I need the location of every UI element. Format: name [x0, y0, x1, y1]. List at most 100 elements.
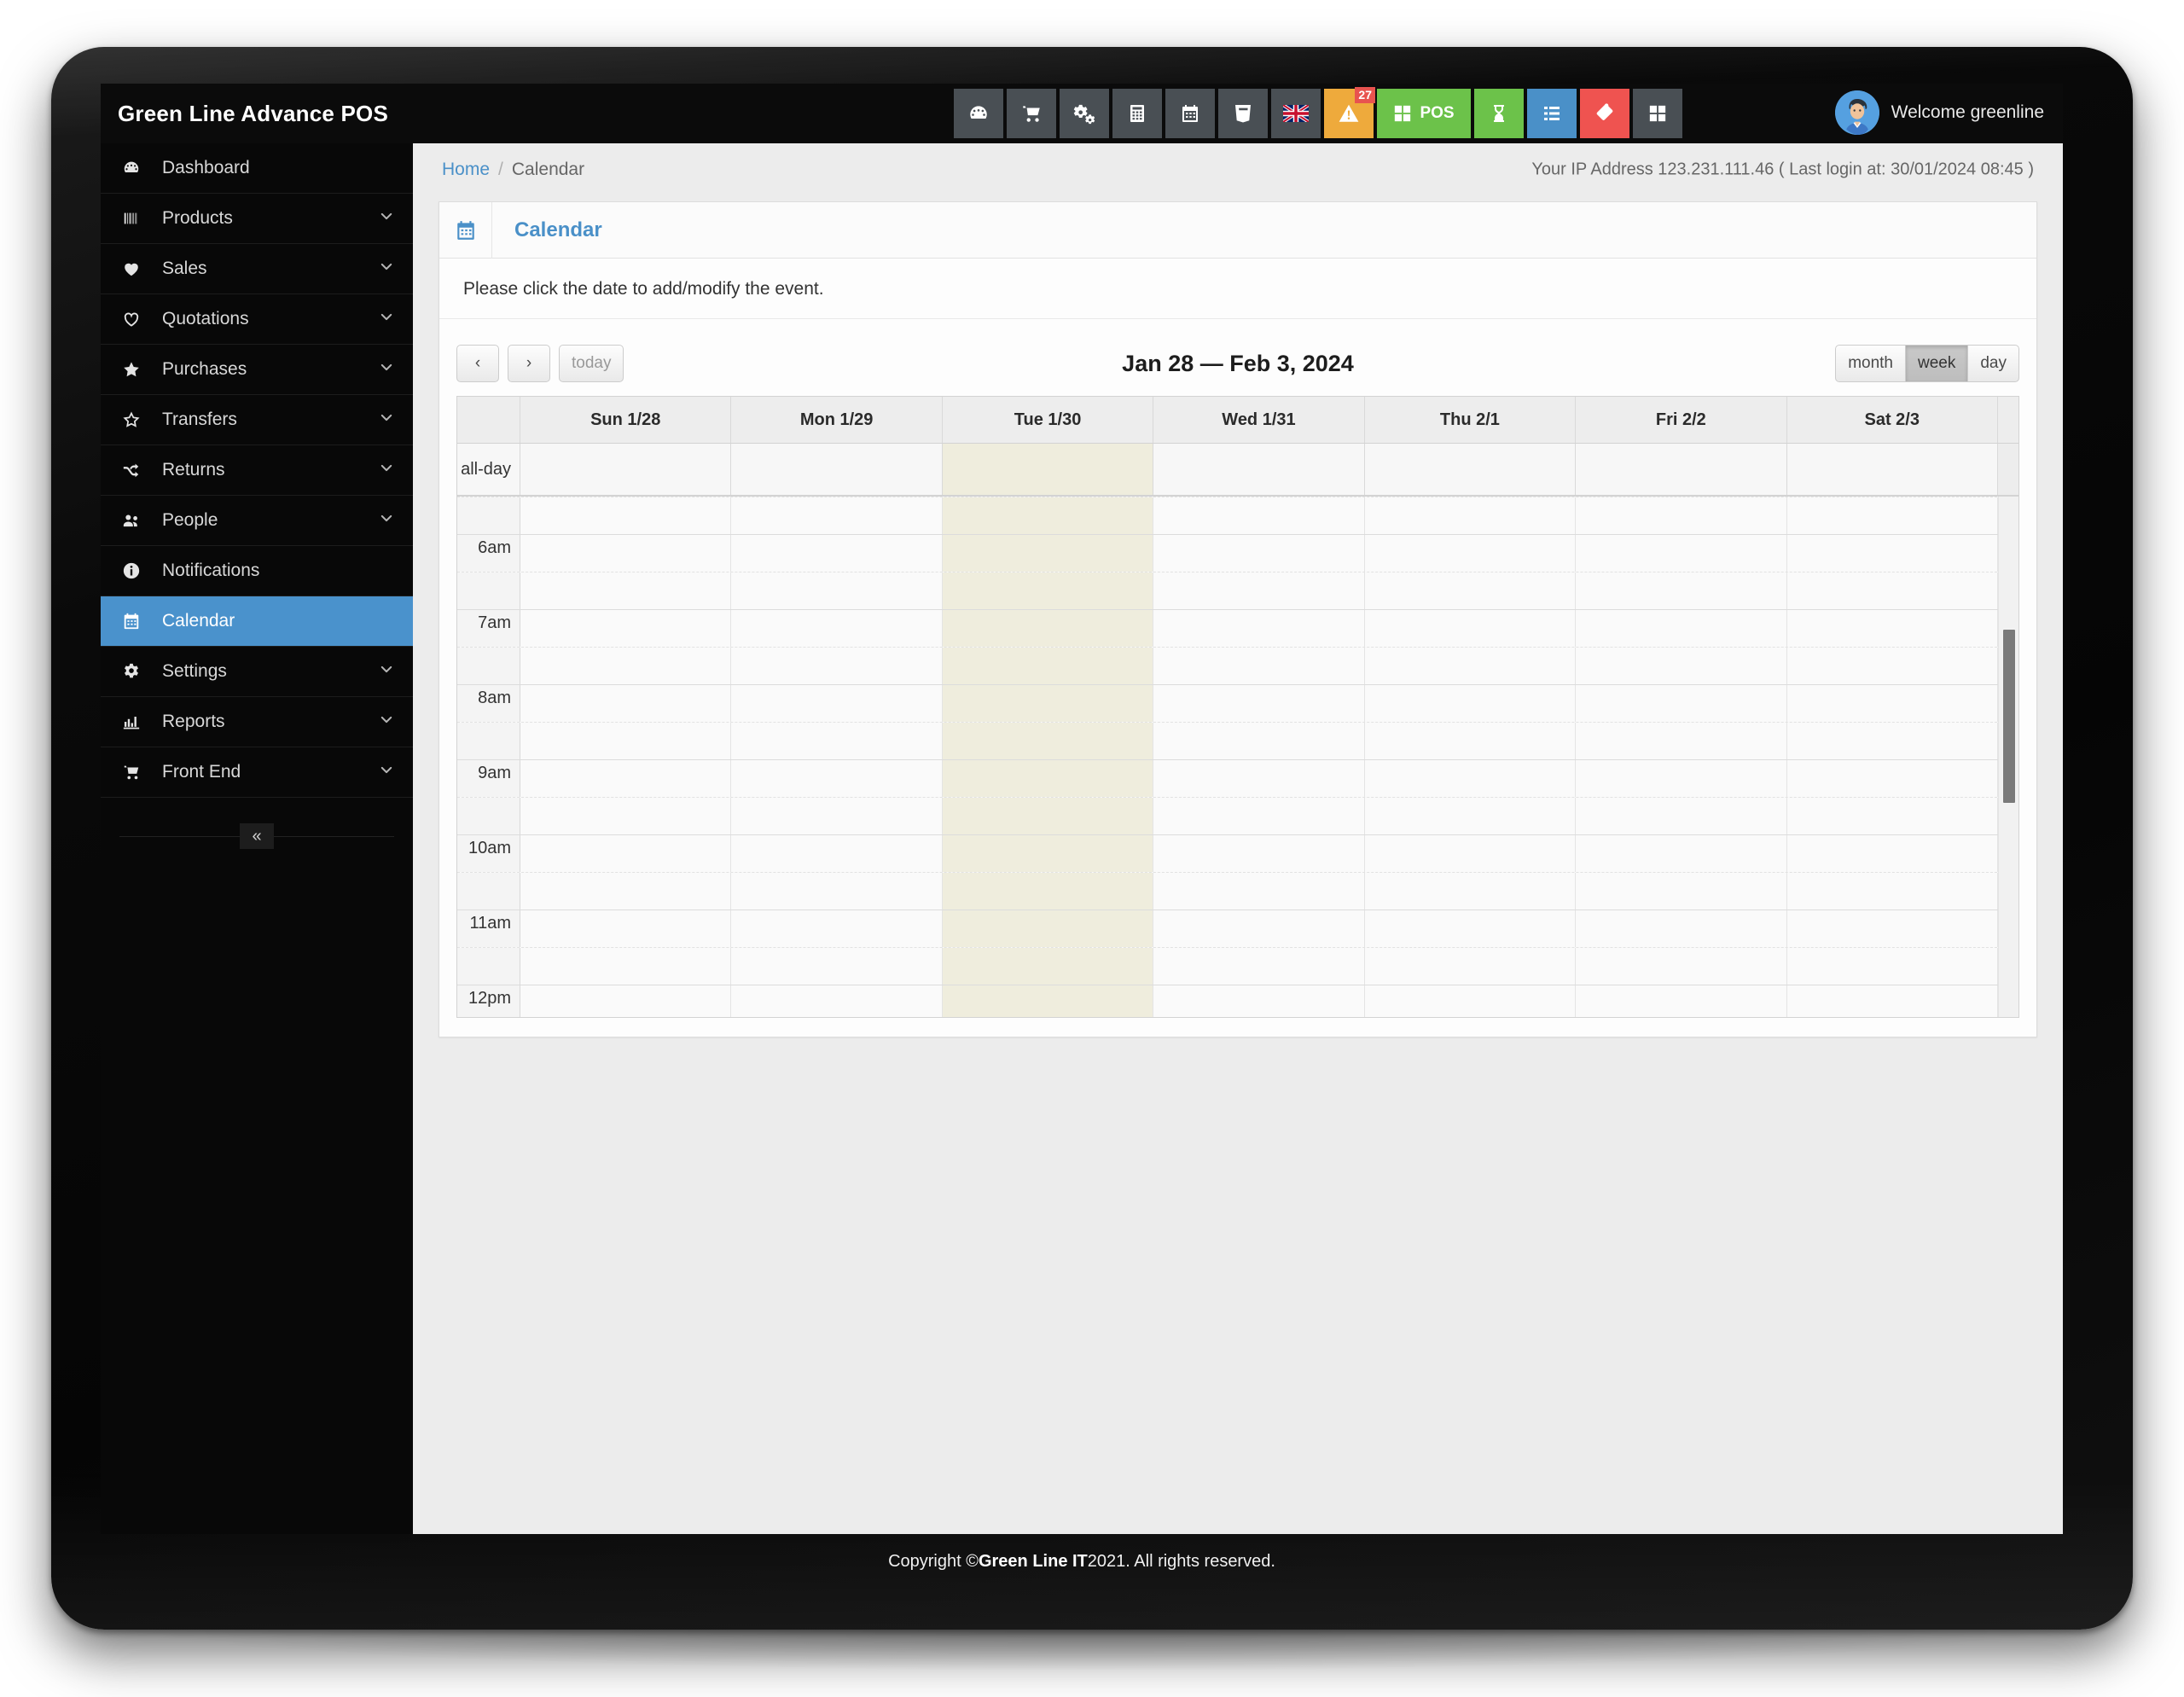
- time-slot-cell[interactable]: [942, 497, 1154, 534]
- time-slot-cell[interactable]: [1576, 685, 1787, 722]
- time-slot-cell[interactable]: [1364, 948, 1577, 985]
- time-slot-cell[interactable]: [731, 648, 943, 684]
- time-slot-cell[interactable]: [1364, 985, 1577, 1017]
- time-slot-cell[interactable]: [1576, 910, 1787, 947]
- day-header-cell[interactable]: Fri 2/2: [1576, 397, 1787, 443]
- time-slot-cell[interactable]: [1786, 910, 1998, 947]
- all-day-cell[interactable]: [520, 444, 732, 495]
- view-button-day[interactable]: day: [1967, 345, 2019, 382]
- sidebar-item-sales[interactable]: Sales: [101, 244, 413, 294]
- calendar-icon[interactable]: [1165, 89, 1215, 138]
- prev-button[interactable]: ‹: [456, 345, 499, 382]
- time-slot-cell[interactable]: [1153, 648, 1365, 684]
- time-slot-cell[interactable]: [520, 873, 732, 910]
- sidebar-item-products[interactable]: Products: [101, 194, 413, 244]
- user-menu[interactable]: Welcome greenline: [1834, 90, 2044, 135]
- sidebar-item-returns[interactable]: Returns: [101, 445, 413, 496]
- time-slot-cell[interactable]: [1786, 798, 1998, 834]
- time-slot-cell[interactable]: [520, 723, 732, 759]
- time-slot-cell[interactable]: [1576, 572, 1787, 609]
- sidebar-item-quotations[interactable]: Quotations: [101, 294, 413, 345]
- day-header-cell[interactable]: Sun 1/28: [520, 397, 732, 443]
- time-slot-cell[interactable]: [1364, 910, 1577, 947]
- time-slot-cell[interactable]: [731, 985, 943, 1017]
- time-slot-cell[interactable]: [520, 648, 732, 684]
- calendar-vertical-scrollbar[interactable]: [1998, 497, 2018, 1017]
- time-slot-cell[interactable]: [1364, 723, 1577, 759]
- time-slot-cell[interactable]: [942, 760, 1154, 797]
- next-button[interactable]: ›: [508, 345, 550, 382]
- dashboard-icon[interactable]: [954, 89, 1003, 138]
- time-slot-cell[interactable]: [1364, 873, 1577, 910]
- time-slot-cell[interactable]: [942, 873, 1154, 910]
- sidebar-item-calendar[interactable]: Calendar: [101, 596, 413, 647]
- time-slot-cell[interactable]: [1153, 873, 1365, 910]
- warning-icon[interactable]: 27: [1324, 87, 1375, 138]
- time-slot-cell[interactable]: [1576, 985, 1787, 1017]
- time-slot-cell[interactable]: [1153, 985, 1365, 1017]
- view-button-month[interactable]: month: [1835, 345, 1906, 382]
- time-slot-cell[interactable]: [731, 873, 943, 910]
- time-slot-cell[interactable]: [1786, 948, 1998, 985]
- time-slot-cell[interactable]: [1153, 835, 1365, 872]
- day-header-cell[interactable]: Tue 1/30: [943, 397, 1154, 443]
- time-slot-cell[interactable]: [942, 910, 1154, 947]
- time-slot-cell[interactable]: [942, 610, 1154, 647]
- time-slot-cell[interactable]: [1153, 760, 1365, 797]
- time-slot-cell[interactable]: [1153, 610, 1365, 647]
- scrollbar-thumb[interactable]: [2002, 629, 2016, 804]
- sidebar-item-reports[interactable]: Reports: [101, 697, 413, 747]
- all-day-cell[interactable]: [731, 444, 943, 495]
- time-slot-cell[interactable]: [520, 572, 732, 609]
- time-slot-cell[interactable]: [731, 497, 943, 534]
- time-slot-cell[interactable]: [1786, 610, 1998, 647]
- sidebar-item-purchases[interactable]: Purchases: [101, 345, 413, 395]
- breadcrumb-home-link[interactable]: Home: [442, 160, 490, 180]
- day-header-cell[interactable]: Wed 1/31: [1153, 397, 1365, 443]
- all-day-cell[interactable]: [942, 444, 1154, 495]
- all-day-cell[interactable]: [1365, 444, 1577, 495]
- sidebar-item-notifications[interactable]: Notifications: [101, 546, 413, 596]
- time-slot-cell[interactable]: [1153, 572, 1365, 609]
- time-slot-cell[interactable]: [1786, 497, 1998, 534]
- time-slot-cell[interactable]: [731, 910, 943, 947]
- time-slot-cell[interactable]: [731, 723, 943, 759]
- time-slot-cell[interactable]: [1364, 497, 1577, 534]
- time-slot-cell[interactable]: [1576, 760, 1787, 797]
- time-slot-cell[interactable]: [1576, 535, 1787, 572]
- sidebar-item-people[interactable]: People: [101, 496, 413, 546]
- time-slot-cell[interactable]: [942, 948, 1154, 985]
- css3-icon[interactable]: [1218, 89, 1268, 138]
- time-slot-cell[interactable]: [1786, 835, 1998, 872]
- time-slot-cell[interactable]: [942, 723, 1154, 759]
- cart-icon[interactable]: [1007, 89, 1056, 138]
- sidebar-item-transfers[interactable]: Transfers: [101, 395, 413, 445]
- time-slot-cell[interactable]: [731, 535, 943, 572]
- list-icon[interactable]: [1527, 89, 1577, 138]
- time-slot-cell[interactable]: [1786, 873, 1998, 910]
- time-slot-cell[interactable]: [1364, 685, 1577, 722]
- time-slot-cell[interactable]: [731, 760, 943, 797]
- gears-icon[interactable]: [1060, 89, 1109, 138]
- time-slot-cell[interactable]: [520, 835, 732, 872]
- time-slot-cell[interactable]: [1153, 948, 1365, 985]
- time-slot-cell[interactable]: [520, 985, 732, 1017]
- all-day-cell[interactable]: [1787, 444, 1998, 495]
- time-slot-cell[interactable]: [1576, 610, 1787, 647]
- time-slot-cell[interactable]: [731, 835, 943, 872]
- time-slot-cell[interactable]: [1786, 723, 1998, 759]
- time-slot-cell[interactable]: [1153, 798, 1365, 834]
- time-slot-cell[interactable]: [731, 685, 943, 722]
- time-slot-cell[interactable]: [731, 798, 943, 834]
- time-slot-cell[interactable]: [1364, 835, 1577, 872]
- time-slot-cell[interactable]: [1786, 685, 1998, 722]
- day-header-cell[interactable]: Mon 1/29: [731, 397, 943, 443]
- time-slot-cell[interactable]: [1786, 535, 1998, 572]
- time-slot-cell[interactable]: [1153, 910, 1365, 947]
- time-slot-cell[interactable]: [1786, 572, 1998, 609]
- time-slot-cell[interactable]: [1576, 798, 1787, 834]
- time-slot-cell[interactable]: [731, 572, 943, 609]
- time-slot-cell[interactable]: [1576, 948, 1787, 985]
- time-slot-cell[interactable]: [1153, 497, 1365, 534]
- time-slot-cell[interactable]: [731, 610, 943, 647]
